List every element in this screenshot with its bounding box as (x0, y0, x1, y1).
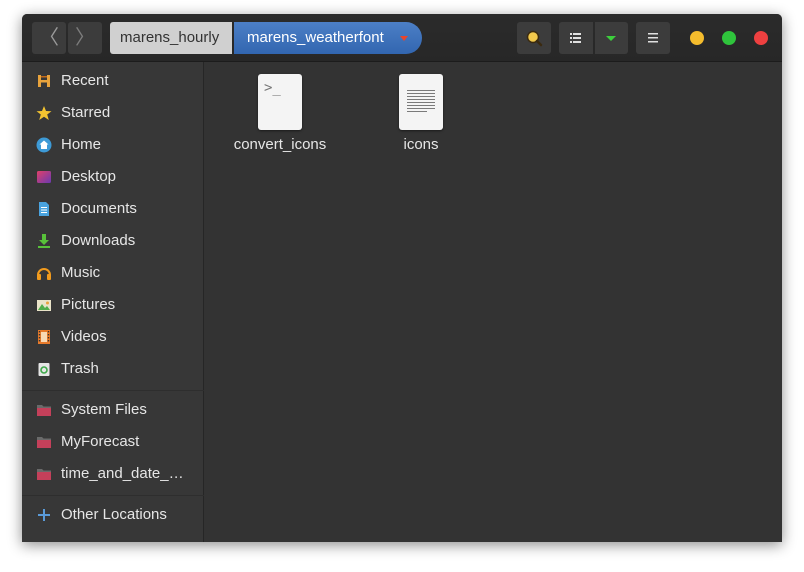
forward-button[interactable]: 〉 (68, 22, 102, 54)
text-file-icon (399, 74, 443, 130)
folder-icon (37, 469, 51, 480)
sidebar-item-label: System Files (61, 401, 147, 418)
back-button[interactable]: 〈 (32, 22, 66, 54)
file-name: icons (403, 136, 439, 153)
home-icon (36, 137, 52, 153)
text-lines-graphic (407, 90, 435, 112)
sidebar-item-home[interactable]: Home (22, 130, 204, 160)
view-options-dropdown[interactable] (595, 22, 628, 54)
trash-icon (38, 363, 50, 376)
sidebar-item-pictures[interactable]: Pictures (22, 290, 204, 320)
downloads-icon (38, 234, 50, 248)
menu-button[interactable] (636, 22, 670, 54)
sidebar-item-label: Videos (61, 328, 107, 345)
sidebar-item-label: Starred (61, 104, 111, 121)
sidebar-bookmark-system-files[interactable]: System Files (22, 395, 204, 425)
sidebar-item-music[interactable]: Music (22, 258, 204, 288)
folder-icon (37, 437, 51, 448)
sidebar-bookmark-myforecast[interactable]: MyForecast (22, 427, 204, 457)
breadcrumb-parent[interactable]: marens_hourly (110, 22, 232, 54)
search-button[interactable] (517, 22, 551, 54)
header-bar: 〈 〉 marens_hourly marens_weatherfont (22, 14, 782, 62)
sidebar-item-label: MyForecast (61, 433, 140, 450)
sidebar-separator (22, 390, 204, 391)
script-file-icon: >_ (258, 74, 302, 130)
sidebar-item-videos[interactable]: Videos (22, 322, 204, 352)
sidebar-item-starred[interactable]: Starred (22, 98, 204, 128)
videos-icon (38, 330, 50, 344)
star-icon (36, 106, 52, 120)
pictures-icon (37, 300, 51, 311)
sidebar-item-label: time_and_date_… (61, 465, 184, 482)
breadcrumb-current-label: marens_weatherfont (247, 29, 384, 46)
sidebar-item-documents[interactable]: Documents (22, 194, 204, 224)
close-button[interactable] (754, 31, 768, 45)
sidebar-item-label: Other Locations (61, 506, 167, 523)
sidebar-item-label: Home (61, 136, 102, 153)
file-manager-window: 〈 〉 marens_hourly marens_weatherfont Rec… (22, 14, 782, 542)
sidebar-item-label: Desktop (61, 168, 117, 185)
breadcrumb-current[interactable]: marens_weatherfont (234, 22, 422, 54)
maximize-button[interactable] (722, 31, 736, 45)
dropdown-arrow-icon (606, 36, 616, 41)
file-item-convert-icons[interactable]: >_ convert_icons (222, 74, 338, 164)
sidebar-separator (22, 495, 204, 496)
plus-icon (38, 509, 50, 521)
hamburger-menu-icon (648, 33, 658, 43)
file-name: convert_icons (233, 136, 327, 153)
music-icon (37, 268, 51, 280)
sidebar-item-label: Documents (61, 200, 137, 217)
recent-icon (38, 75, 50, 87)
list-view-button[interactable] (559, 22, 593, 54)
sidebar-item-trash[interactable]: Trash (22, 354, 204, 384)
file-item-icons[interactable]: icons (363, 74, 479, 164)
sidebar-item-desktop[interactable]: Desktop (22, 162, 204, 192)
folder-icon (37, 405, 51, 416)
sidebar-bookmark-time-and-date[interactable]: time_and_date_… (22, 459, 204, 489)
minimize-button[interactable] (690, 31, 704, 45)
terminal-prompt-glyph: >_ (264, 80, 281, 96)
search-icon (526, 30, 543, 47)
chevron-down-icon (400, 36, 408, 41)
documents-icon (39, 202, 49, 216)
sidebar-item-label: Recent (61, 72, 109, 89)
sidebar-item-downloads[interactable]: Downloads (22, 226, 204, 256)
file-view: >_ convert_icons icons (204, 62, 782, 542)
sidebar-item-other-locations[interactable]: Other Locations (22, 500, 204, 530)
sidebar-item-label: Trash (61, 360, 99, 377)
desktop-icon (37, 171, 51, 183)
sidebar-item-recent[interactable]: Recent (22, 66, 204, 96)
sidebar-item-label: Music (61, 264, 101, 281)
sidebar-item-label: Pictures (61, 296, 116, 313)
sidebar-item-label: Downloads (61, 232, 136, 249)
list-view-icon (570, 33, 581, 43)
sidebar: Recent Starred Home Desktop Documents Do… (22, 62, 204, 542)
